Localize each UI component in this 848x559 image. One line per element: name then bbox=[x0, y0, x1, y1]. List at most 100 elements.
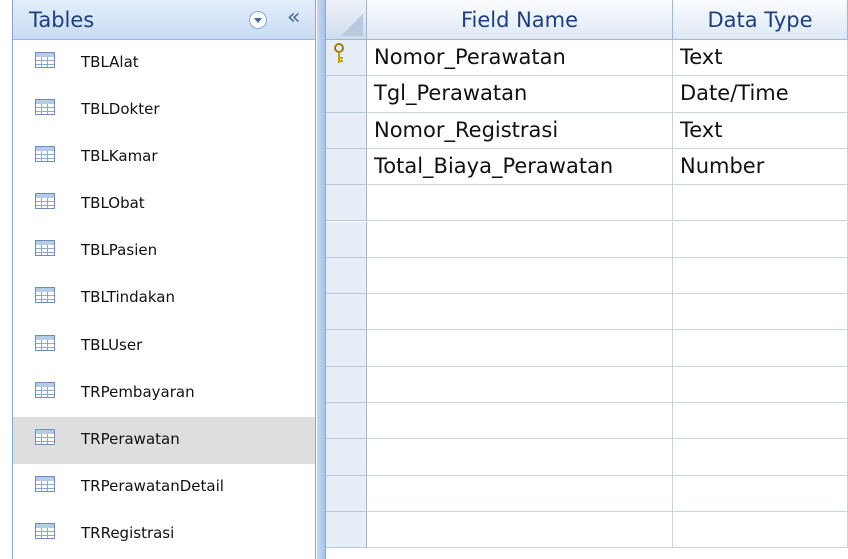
field-name-cell[interactable] bbox=[367, 366, 673, 403]
table-row[interactable] bbox=[326, 511, 848, 549]
nav-item-tbluser[interactable]: TBLUser bbox=[13, 323, 315, 370]
data-type-cell[interactable] bbox=[673, 475, 848, 512]
nav-item-label: TBLKamar bbox=[81, 147, 158, 166]
data-type-cell[interactable] bbox=[673, 294, 848, 331]
field-name-cell[interactable] bbox=[367, 221, 673, 258]
table-icon bbox=[35, 475, 55, 492]
field-name-cell[interactable]: Total_Biaya_Perawatan bbox=[367, 148, 673, 186]
field-name-cell[interactable] bbox=[367, 257, 673, 295]
row-selector[interactable] bbox=[326, 330, 367, 367]
column-header-field-name-label: Field Name bbox=[460, 8, 579, 32]
table-row[interactable] bbox=[326, 294, 848, 331]
table-row[interactable]: Total_Biaya_Perawatan Number bbox=[326, 148, 848, 186]
nav-item-trregistrasi[interactable]: TRRegistrasi bbox=[13, 511, 315, 558]
table-design-grid: Field Name Data Type Nomor_Perawatan Text… bbox=[326, 0, 848, 559]
nav-item-tblpasien[interactable]: TBLPasien bbox=[13, 228, 315, 275]
table-icon bbox=[35, 522, 55, 539]
row-selector[interactable] bbox=[326, 439, 367, 476]
chevron-down-icon[interactable] bbox=[249, 11, 267, 29]
nav-item-trpembayaran[interactable]: TRPembayaran bbox=[13, 370, 315, 417]
table-row[interactable] bbox=[326, 366, 848, 403]
table-row[interactable] bbox=[326, 475, 848, 512]
data-type-cell[interactable] bbox=[673, 221, 848, 258]
field-name-cell[interactable] bbox=[367, 439, 673, 476]
row-selector[interactable] bbox=[326, 185, 367, 222]
row-selector[interactable] bbox=[326, 221, 367, 258]
nav-item-label: TRPerawatanDetail bbox=[81, 476, 224, 495]
data-type-cell[interactable]: Text bbox=[673, 112, 848, 149]
field-name-cell[interactable] bbox=[367, 185, 673, 222]
select-all-corner[interactable] bbox=[326, 0, 367, 40]
table-icon bbox=[35, 240, 55, 257]
primary-key-icon bbox=[334, 43, 344, 63]
row-selector[interactable] bbox=[326, 148, 367, 186]
field-name-cell[interactable]: Tgl_Perawatan bbox=[367, 76, 673, 113]
table-row[interactable]: Nomor_Registrasi Text bbox=[326, 112, 848, 149]
data-type-cell[interactable] bbox=[673, 257, 848, 295]
nav-item-label: TBLTindakan bbox=[81, 288, 175, 307]
data-type-cell[interactable] bbox=[673, 330, 848, 367]
table-row[interactable] bbox=[326, 403, 848, 440]
nav-item-label: TRRegistrasi bbox=[81, 523, 175, 542]
nav-item-label: TBLUser bbox=[81, 335, 143, 354]
data-type-cell[interactable] bbox=[673, 185, 848, 222]
nav-item-tbltindakan[interactable]: TBLTindakan bbox=[13, 275, 315, 322]
table-row[interactable]: Tgl_Perawatan Date/Time bbox=[326, 76, 848, 113]
row-selector[interactable] bbox=[326, 403, 367, 440]
field-name-cell[interactable] bbox=[367, 330, 673, 367]
table-list: TBLAlat TBLDokter TBLKamar TBLObat TBLPasien… bbox=[13, 40, 315, 558]
nav-item-label: TBLDokter bbox=[81, 100, 160, 119]
data-type-cell[interactable] bbox=[673, 439, 848, 476]
table-icon bbox=[35, 146, 55, 163]
table-icon bbox=[35, 287, 55, 304]
table-icon bbox=[35, 334, 55, 351]
nav-item-trperawatan[interactable]: TRPerawatan bbox=[13, 416, 315, 464]
row-selector[interactable] bbox=[326, 294, 367, 331]
field-name-cell[interactable] bbox=[367, 403, 673, 440]
column-header-field-name[interactable]: Field Name bbox=[367, 0, 673, 40]
table-row[interactable] bbox=[326, 257, 848, 295]
nav-item-label: TBLObat bbox=[81, 194, 145, 213]
nav-item-label: TBLPasien bbox=[81, 241, 158, 260]
data-type-cell[interactable]: Number bbox=[673, 148, 848, 186]
data-type-cell[interactable]: Text bbox=[673, 40, 848, 77]
nav-item-trperawatandetail[interactable]: TRPerawatanDetail bbox=[13, 464, 315, 511]
table-row[interactable] bbox=[326, 330, 848, 367]
nav-item-label: TRPerawatan bbox=[81, 429, 180, 448]
table-row[interactable] bbox=[326, 221, 848, 258]
double-chevron-left-icon[interactable]: « bbox=[287, 6, 300, 30]
nav-item-label: TRPembayaran bbox=[81, 382, 195, 401]
column-header-data-type[interactable]: Data Type bbox=[673, 0, 848, 40]
table-icon bbox=[35, 52, 55, 68]
table-row[interactable] bbox=[326, 439, 848, 476]
field-name-cell[interactable]: Nomor_Perawatan bbox=[367, 40, 673, 77]
nav-item-tblalat[interactable]: TBLAlat bbox=[13, 40, 315, 87]
table-icon bbox=[35, 428, 55, 445]
nav-item-tblobat[interactable]: TBLObat bbox=[13, 181, 315, 228]
field-name-cell[interactable] bbox=[367, 475, 673, 512]
data-type-cell[interactable]: Date/Time bbox=[673, 76, 848, 113]
table-row[interactable] bbox=[326, 185, 848, 222]
navigation-pane-header[interactable]: Tables « bbox=[13, 0, 315, 40]
row-selector[interactable] bbox=[326, 40, 367, 77]
row-selector[interactable] bbox=[326, 112, 367, 149]
table-row[interactable]: Nomor_Perawatan Text bbox=[326, 40, 848, 77]
pane-splitter[interactable] bbox=[317, 0, 326, 559]
field-name-cell[interactable] bbox=[367, 511, 673, 549]
table-icon bbox=[35, 99, 55, 116]
row-selector[interactable] bbox=[326, 76, 367, 113]
nav-item-tbldokter[interactable]: TBLDokter bbox=[13, 87, 315, 134]
nav-item-label: TBLAlat bbox=[81, 53, 139, 71]
row-selector[interactable] bbox=[326, 366, 367, 403]
data-type-cell[interactable] bbox=[673, 511, 848, 549]
data-type-cell[interactable] bbox=[673, 366, 848, 403]
table-icon bbox=[35, 381, 55, 398]
row-selector[interactable] bbox=[326, 511, 367, 549]
row-selector[interactable] bbox=[326, 475, 367, 512]
field-name-cell[interactable] bbox=[367, 294, 673, 331]
navigation-pane: Tables « TBLAlat TBLDokter TBLKamar TBLObat… bbox=[12, 0, 316, 559]
field-name-cell[interactable]: Nomor_Registrasi bbox=[367, 112, 673, 149]
row-selector[interactable] bbox=[326, 257, 367, 295]
nav-item-tblkamar[interactable]: TBLKamar bbox=[13, 134, 315, 181]
data-type-cell[interactable] bbox=[673, 403, 848, 440]
